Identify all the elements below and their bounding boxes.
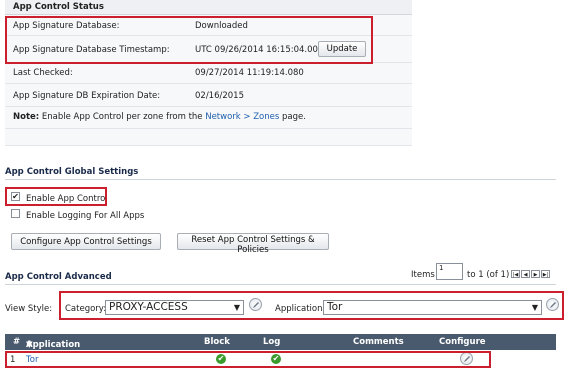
- enable-logging-checkbox[interactable]: [11, 209, 20, 218]
- col-log: Log: [263, 337, 281, 347]
- status-panel-title: App Control Status: [5, 0, 412, 15]
- items-range: to 1 (of 1): [467, 270, 510, 280]
- col-block: Block: [204, 337, 230, 347]
- col-application-label: Application: [26, 340, 81, 350]
- note-tail: page.: [282, 112, 306, 122]
- col-comments: Comments: [353, 337, 404, 347]
- application-label: Application:: [275, 304, 326, 314]
- network-zones-link[interactable]: Network > Zones: [205, 112, 279, 122]
- sort-down-icon: ▼: [26, 340, 33, 350]
- last-checked-label: Last Checked:: [13, 68, 73, 78]
- category-label: Category:: [65, 304, 107, 314]
- status-note-row: Note: Enable App Control per zone from t…: [5, 107, 412, 129]
- application-value: Tor: [327, 301, 343, 313]
- expiration-value: 02/16/2015: [195, 91, 244, 101]
- last-checked-value: 09/27/2014 11:19:14.080: [195, 68, 304, 78]
- highlight-enable-box: [5, 187, 107, 206]
- last-page-button[interactable]: ▶|: [541, 270, 550, 278]
- col-num: #: [13, 337, 21, 347]
- status-empty-row: [5, 129, 412, 146]
- items-input[interactable]: 1: [436, 263, 463, 280]
- first-page-button[interactable]: |◀: [511, 270, 520, 278]
- status-note: Note: Enable App Control per zone from t…: [13, 112, 306, 122]
- next-page-button[interactable]: ▶: [531, 270, 540, 278]
- application-select[interactable]: Tor ▼: [323, 300, 542, 315]
- status-row-expiration: App Signature DB Expiration Date: 02/16/…: [5, 84, 412, 107]
- category-select[interactable]: PROXY-ACCESS ▼: [105, 300, 244, 315]
- edit-application-icon[interactable]: [546, 298, 559, 311]
- highlight-signature-box: [5, 16, 373, 64]
- highlight-row-box: [5, 351, 491, 368]
- status-row-last-checked: Last Checked: 09/27/2014 11:19:14.080: [5, 63, 412, 84]
- note-bold: Note:: [13, 112, 40, 122]
- category-value: PROXY-ACCESS: [109, 301, 188, 313]
- advanced-rule: [5, 284, 556, 285]
- prev-page-button[interactable]: ◀: [521, 270, 530, 278]
- edit-category-icon[interactable]: [249, 298, 262, 311]
- global-settings-title: App Control Global Settings: [5, 167, 139, 177]
- enable-logging-label: Enable Logging For All Apps: [26, 211, 145, 221]
- note-text: Enable App Control per zone from the: [41, 112, 203, 122]
- chevron-down-icon: ▼: [531, 303, 538, 312]
- view-style-label: View Style:: [5, 304, 53, 314]
- configure-app-control-button[interactable]: Configure App Control Settings: [11, 233, 161, 250]
- advanced-title: App Control Advanced: [5, 272, 112, 282]
- global-settings-rule: [5, 179, 556, 180]
- chevron-down-icon: ▼: [233, 303, 240, 312]
- expiration-label: App Signature DB Expiration Date:: [13, 91, 161, 101]
- table-header: # Application ▼ Block Log Comments Confi…: [5, 334, 556, 350]
- reset-app-control-button[interactable]: Reset App Control Settings & Policies: [177, 233, 329, 255]
- items-label: Items: [411, 270, 435, 280]
- col-configure: Configure: [439, 337, 486, 347]
